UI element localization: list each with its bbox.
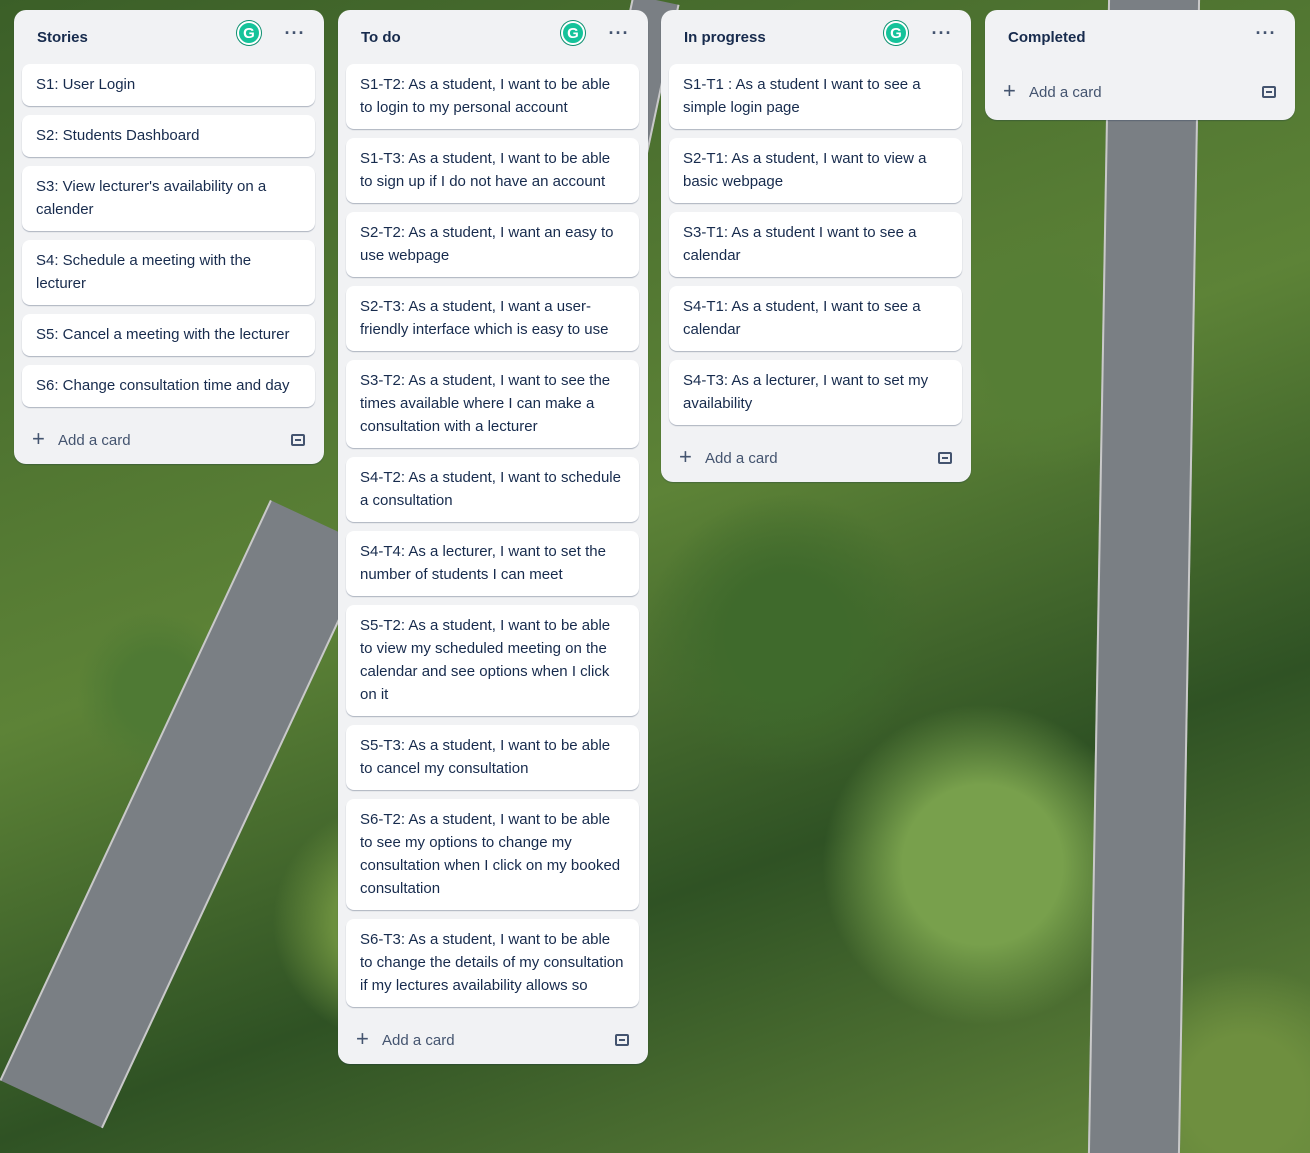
list-title[interactable]: Completed (1008, 29, 1252, 46)
list-title[interactable]: Stories (37, 29, 237, 46)
add-card-row: + Add a card (22, 416, 315, 464)
board-canvas: Stories G ··· S1: User Login S2: Student… (0, 0, 1310, 1153)
card[interactable]: S4-T4: As a lecturer, I want to set the … (346, 531, 639, 596)
card[interactable]: S2-T1: As a student, I want to view a ba… (669, 138, 962, 203)
list-title[interactable]: To do (361, 29, 561, 46)
list-completed: Completed ··· + Add a card (985, 10, 1295, 120)
add-card-button[interactable]: Add a card (1029, 84, 1262, 101)
add-card-button[interactable]: Add a card (382, 1032, 615, 1049)
grammarly-avatar-icon[interactable]: G (237, 21, 261, 45)
card[interactable]: S3-T1: As a student I want to see a cale… (669, 212, 962, 277)
add-card-row: + Add a card (993, 64, 1286, 120)
card-list: S1-T1 : As a student I want to see a sim… (669, 64, 962, 425)
card-list: S1-T2: As a student, I want to be able t… (346, 64, 639, 1007)
card-template-icon[interactable] (1262, 86, 1276, 98)
grammarly-avatar-icon[interactable]: G (561, 21, 585, 45)
more-horizontal-icon[interactable]: ··· (605, 23, 633, 44)
background-road-left (0, 500, 374, 1129)
plus-icon[interactable]: + (679, 444, 705, 470)
card[interactable]: S4-T2: As a student, I want to schedule … (346, 457, 639, 522)
list-stories: Stories G ··· S1: User Login S2: Student… (14, 10, 324, 464)
card[interactable]: S1: User Login (22, 64, 315, 106)
card[interactable]: S5: Cancel a meeting with the lecturer (22, 314, 315, 356)
card[interactable]: S3: View lecturer's availability on a ca… (22, 166, 315, 231)
card[interactable]: S2-T2: As a student, I want an easy to u… (346, 212, 639, 277)
card-template-icon[interactable] (291, 434, 305, 446)
card[interactable]: S1-T3: As a student, I want to be able t… (346, 138, 639, 203)
list-header[interactable]: In progress G ··· (669, 10, 962, 64)
card[interactable]: S3-T2: As a student, I want to see the t… (346, 360, 639, 448)
card-template-icon[interactable] (938, 452, 952, 464)
list-header[interactable]: Completed ··· (993, 10, 1286, 64)
card[interactable]: S4-T1: As a student, I want to see a cal… (669, 286, 962, 351)
background-road-right (1087, 0, 1201, 1153)
list-header[interactable]: To do G ··· (346, 10, 639, 64)
card[interactable]: S4-T3: As a lecturer, I want to set my a… (669, 360, 962, 425)
card[interactable]: S2-T3: As a student, I want a user-frien… (346, 286, 639, 351)
plus-icon[interactable]: + (32, 426, 58, 452)
card[interactable]: S6: Change consultation time and day (22, 365, 315, 407)
plus-icon[interactable]: + (1003, 78, 1029, 104)
list-to-do: To do G ··· S1-T2: As a student, I want … (338, 10, 648, 1064)
card-template-icon[interactable] (615, 1034, 629, 1046)
more-horizontal-icon[interactable]: ··· (928, 23, 956, 44)
add-card-row: + Add a card (346, 1016, 639, 1064)
card[interactable]: S2: Students Dashboard (22, 115, 315, 157)
list-header[interactable]: Stories G ··· (22, 10, 315, 64)
list-title[interactable]: In progress (684, 29, 884, 46)
more-horizontal-icon[interactable]: ··· (1252, 23, 1280, 44)
card[interactable]: S4: Schedule a meeting with the lecturer (22, 240, 315, 305)
card[interactable]: S6-T2: As a student, I want to be able t… (346, 799, 639, 910)
card[interactable]: S1-T1 : As a student I want to see a sim… (669, 64, 962, 129)
card[interactable]: S1-T2: As a student, I want to be able t… (346, 64, 639, 129)
add-card-row: + Add a card (669, 434, 962, 482)
list-in-progress: In progress G ··· S1-T1 : As a student I… (661, 10, 971, 482)
grammarly-avatar-icon[interactable]: G (884, 21, 908, 45)
add-card-button[interactable]: Add a card (705, 450, 938, 467)
card[interactable]: S5-T3: As a student, I want to be able t… (346, 725, 639, 790)
card[interactable]: S6-T3: As a student, I want to be able t… (346, 919, 639, 1007)
add-card-button[interactable]: Add a card (58, 432, 291, 449)
more-horizontal-icon[interactable]: ··· (281, 23, 309, 44)
card-list: S1: User Login S2: Students Dashboard S3… (22, 64, 315, 407)
plus-icon[interactable]: + (356, 1026, 382, 1052)
card[interactable]: S5-T2: As a student, I want to be able t… (346, 605, 639, 716)
